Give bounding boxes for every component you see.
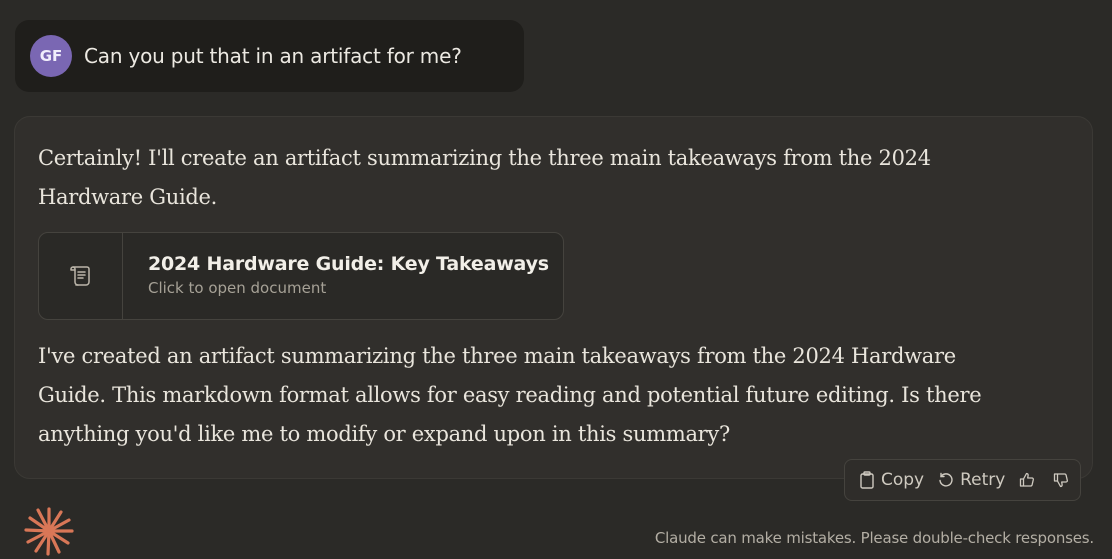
thumbs-up-icon	[1020, 472, 1035, 487]
copy-button[interactable]: Copy	[859, 470, 924, 490]
assistant-message: Certainly! I'll create an artifact summa…	[14, 116, 1093, 479]
thumbs-up-button[interactable]	[1019, 472, 1041, 488]
assistant-paragraph-2: I've created an artifact summarizing the…	[38, 344, 982, 446]
retry-button[interactable]: Retry	[938, 470, 1005, 490]
artifact-subtitle: Click to open document	[148, 279, 327, 297]
thumbs-down-icon	[1054, 473, 1069, 488]
message-actions-bar: Copy Retry	[844, 459, 1081, 501]
copy-label: Copy	[881, 470, 925, 490]
assistant-paragraph-1: Certainly! I'll create an artifact summa…	[38, 146, 931, 209]
retry-icon	[939, 472, 953, 487]
artifact-icon-container	[39, 233, 123, 319]
artifact-title: 2024 Hardware Guide: Key Takeaways	[148, 253, 549, 275]
disclaimer-text: Claude can make mistakes. Please double-…	[654, 529, 1094, 547]
artifact-card[interactable]: 2024 Hardware Guide: Key Takeaways Click…	[38, 232, 564, 320]
user-avatar: GF	[30, 35, 72, 77]
user-message: GF Can you put that in an artifact for m…	[15, 20, 524, 92]
document-icon	[69, 266, 90, 286]
claude-logo-icon	[24, 507, 74, 556]
retry-label: Retry	[960, 470, 1006, 490]
user-message-text: Can you put that in an artifact for me?	[84, 44, 462, 68]
clipboard-icon	[860, 471, 874, 489]
thumbs-down-button[interactable]	[1053, 472, 1075, 488]
